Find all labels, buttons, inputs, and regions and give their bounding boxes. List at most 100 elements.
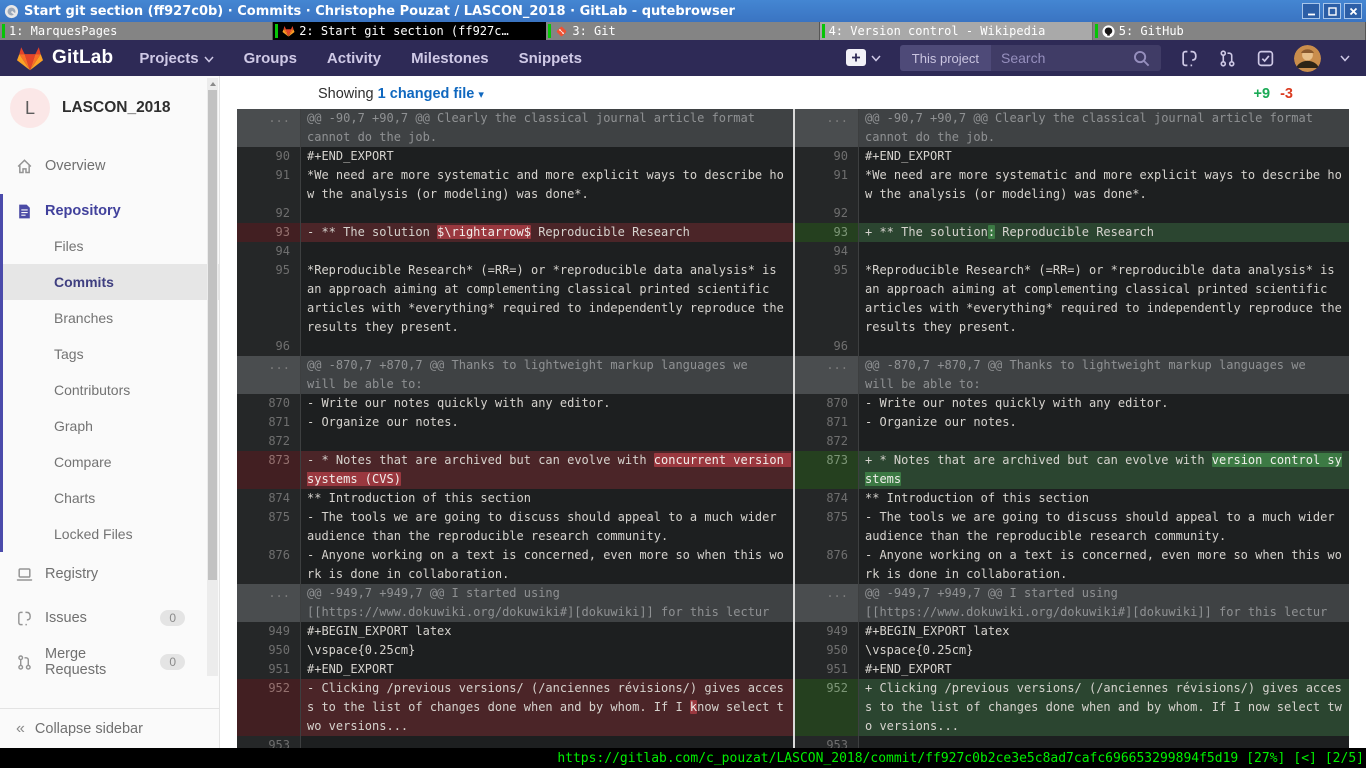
new-line-number[interactable]: 93 bbox=[793, 223, 859, 242]
old-line-number[interactable]: 951 bbox=[237, 660, 301, 679]
sidebar-item-files[interactable]: Files bbox=[0, 228, 219, 264]
diff-row-876: 876- Anyone working on a text is concern… bbox=[237, 546, 1351, 584]
browser-tab-1-marquespages[interactable]: 1: MarquesPages bbox=[0, 22, 273, 40]
old-line-number[interactable]: 94 bbox=[237, 242, 301, 261]
old-line-number[interactable]: 875 bbox=[237, 508, 301, 546]
nav-link-projects[interactable]: Projects bbox=[139, 50, 213, 67]
nav-link-milestones[interactable]: Milestones bbox=[411, 50, 489, 67]
old-line-number[interactable]: 93 bbox=[237, 223, 301, 242]
diff-stats: +9 -3 bbox=[1254, 86, 1293, 102]
nav-link-groups[interactable]: Groups bbox=[244, 50, 297, 67]
new-line-number[interactable]: 952 bbox=[793, 679, 859, 736]
old-line-number[interactable]: 953 bbox=[237, 736, 301, 748]
old-line-number[interactable]: 952 bbox=[237, 679, 301, 736]
old-line-number[interactable]: ... bbox=[237, 356, 301, 394]
sidebar-item-graph[interactable]: Graph bbox=[0, 408, 219, 444]
maximize-button[interactable] bbox=[1323, 3, 1341, 19]
old-line-number[interactable]: 874 bbox=[237, 489, 301, 508]
old-line-number[interactable]: 96 bbox=[237, 337, 301, 356]
search-scope-label[interactable]: This project bbox=[900, 45, 991, 71]
new-line-number[interactable]: 949 bbox=[793, 622, 859, 641]
new-line-content: - Anyone working on a text is concerned,… bbox=[859, 546, 1349, 584]
new-line-number[interactable]: 91 bbox=[793, 166, 859, 204]
browser-tab-2-start-git-section-ff927c-[interactable]: 2: Start git section (ff927c… bbox=[273, 22, 546, 40]
merge-requests-icon[interactable] bbox=[1218, 49, 1237, 68]
nav-link-snippets[interactable]: Snippets bbox=[519, 50, 582, 67]
scrollbar-thumb[interactable] bbox=[208, 90, 217, 580]
chevron-down-icon bbox=[871, 55, 881, 62]
new-line-number[interactable]: 92 bbox=[793, 204, 859, 223]
sidebar-item-branches[interactable]: Branches bbox=[0, 300, 219, 336]
browser-tab-5-github[interactable]: 5: GitHub bbox=[1093, 22, 1366, 40]
sidebar-item-tags[interactable]: Tags bbox=[0, 336, 219, 372]
changed-files-link[interactable]: 1 changed file bbox=[378, 86, 475, 102]
collapse-sidebar-button[interactable]: « Collapse sidebar bbox=[0, 708, 219, 748]
close-button[interactable] bbox=[1344, 3, 1362, 19]
old-line-number[interactable]: ... bbox=[237, 584, 301, 622]
new-line-number[interactable]: 94 bbox=[793, 242, 859, 261]
sidebar-item-commits[interactable]: Commits bbox=[0, 264, 219, 300]
old-line-number[interactable]: 950 bbox=[237, 641, 301, 660]
scrollbar-up-arrow[interactable] bbox=[207, 78, 218, 89]
new-line-number[interactable]: 95 bbox=[793, 261, 859, 337]
new-line-content bbox=[859, 204, 1349, 223]
sidebar-item-contributors[interactable]: Contributors bbox=[0, 372, 219, 408]
browser-tab-4-version-control-wikipedia[interactable]: 4: Version control - Wikipedia bbox=[820, 22, 1093, 40]
new-line-number[interactable]: 875 bbox=[793, 508, 859, 546]
old-line-number[interactable]: 872 bbox=[237, 432, 301, 451]
new-line-number[interactable]: ... bbox=[793, 109, 859, 147]
old-line-number[interactable]: 873 bbox=[237, 451, 301, 489]
new-line-number[interactable]: 871 bbox=[793, 413, 859, 432]
new-line-number[interactable]: 874 bbox=[793, 489, 859, 508]
new-line-content: + * Notes that are archived but can evol… bbox=[859, 451, 1349, 489]
old-line-number[interactable]: 949 bbox=[237, 622, 301, 641]
old-line-number[interactable]: 871 bbox=[237, 413, 301, 432]
new-dropdown-button[interactable] bbox=[846, 49, 881, 67]
sidebar-section-registry: Registry bbox=[0, 552, 219, 596]
project-header[interactable]: L LASCON_2018 bbox=[0, 76, 219, 138]
old-line-number[interactable]: 90 bbox=[237, 147, 301, 166]
gitlab-brand[interactable]: GitLab bbox=[52, 47, 113, 69]
new-line-number[interactable]: 870 bbox=[793, 394, 859, 413]
issues-icon[interactable] bbox=[1180, 49, 1199, 68]
todos-icon[interactable] bbox=[1256, 49, 1275, 68]
gitlab-logo-icon[interactable] bbox=[16, 45, 44, 71]
new-line-number[interactable]: 876 bbox=[793, 546, 859, 584]
sidebar-item-registry[interactable]: Registry bbox=[0, 552, 219, 596]
sidebar-item-locked-files[interactable]: Locked Files bbox=[0, 516, 219, 552]
new-line-number[interactable]: ... bbox=[793, 584, 859, 622]
old-line-number[interactable]: 870 bbox=[237, 394, 301, 413]
minimize-button[interactable] bbox=[1302, 3, 1320, 19]
old-line-number[interactable]: 95 bbox=[237, 261, 301, 337]
window-titlebar: Start git section (ff927c0b) · Commits ·… bbox=[0, 0, 1366, 22]
sidebar-item-issues[interactable]: Issues0 bbox=[0, 596, 219, 640]
new-line-number[interactable]: 873 bbox=[793, 451, 859, 489]
nav-link-activity[interactable]: Activity bbox=[327, 50, 381, 67]
diff-row-874: 874** Introduction of this section874** … bbox=[237, 489, 1351, 508]
user-menu-chevron-icon[interactable] bbox=[1340, 55, 1350, 62]
sidebar-item-merge-requests[interactable]: Merge Requests0 bbox=[0, 640, 219, 684]
new-line-number[interactable]: 953 bbox=[793, 736, 859, 748]
new-line-number[interactable]: 951 bbox=[793, 660, 859, 679]
caret-down-icon[interactable]: ▾ bbox=[478, 89, 484, 101]
browser-tab-3-git[interactable]: 3: Git bbox=[546, 22, 819, 40]
new-line-number[interactable]: 950 bbox=[793, 641, 859, 660]
new-line-number[interactable]: ... bbox=[793, 356, 859, 394]
old-line-number[interactable]: 876 bbox=[237, 546, 301, 584]
new-line-number[interactable]: 90 bbox=[793, 147, 859, 166]
sidebar-item-charts[interactable]: Charts bbox=[0, 480, 219, 516]
old-line-number[interactable]: 92 bbox=[237, 204, 301, 223]
sidebar-item-repository[interactable]: Repository bbox=[0, 194, 219, 228]
user-avatar[interactable] bbox=[1294, 45, 1321, 72]
sidebar-item-overview[interactable]: Overview bbox=[0, 149, 219, 183]
search-input[interactable]: Search bbox=[991, 45, 1161, 71]
new-line-number[interactable]: 872 bbox=[793, 432, 859, 451]
sidebar-scrollbar[interactable] bbox=[207, 78, 218, 676]
old-line-number[interactable]: ... bbox=[237, 109, 301, 147]
old-line-number[interactable]: 91 bbox=[237, 166, 301, 204]
sidebar-item-label: Registry bbox=[45, 566, 98, 582]
sidebar-item-compare[interactable]: Compare bbox=[0, 444, 219, 480]
new-line-content: *We need are more systematic and more ex… bbox=[859, 166, 1349, 204]
new-line-content bbox=[859, 736, 1349, 748]
new-line-number[interactable]: 96 bbox=[793, 337, 859, 356]
